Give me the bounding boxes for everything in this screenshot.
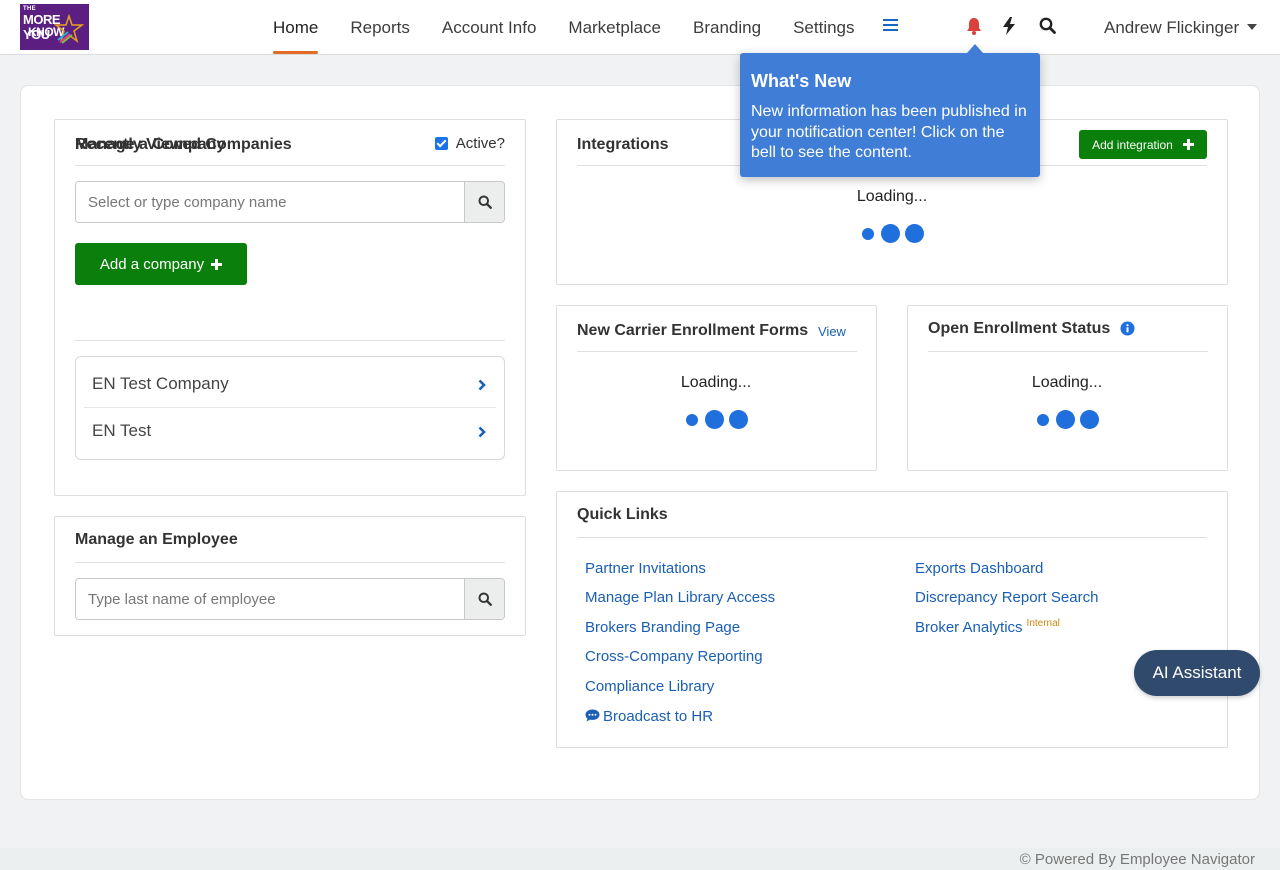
loading-spinner	[686, 410, 753, 429]
add-integration-label: Add integration	[1092, 137, 1173, 152]
divider	[75, 562, 505, 563]
company-logo[interactable]: THE MORE YOU KNOW	[20, 4, 89, 50]
active-label: Active?	[455, 135, 505, 152]
plus-icon	[1182, 139, 1194, 150]
active-checkbox[interactable]: Active?	[434, 135, 505, 152]
add-integration-button[interactable]: Add integration	[1079, 130, 1207, 159]
bell-icon[interactable]	[966, 17, 982, 40]
nav-home[interactable]: Home	[273, 0, 319, 54]
carrier-forms-title: New Carrier Enrollment Forms	[577, 322, 809, 339]
quick-link-plan-library-access[interactable]: Manage Plan Library Access	[585, 589, 775, 606]
manage-employee-panel: Manage an Employee	[54, 516, 526, 636]
user-menu[interactable]: Andrew Flickinger	[1104, 0, 1258, 54]
tooltip-title: What's New	[751, 71, 852, 91]
bolt-icon[interactable]	[1003, 17, 1015, 40]
loading-spinner	[862, 224, 929, 243]
broker-analytics-label: Broker Analytics	[915, 619, 1023, 636]
integrations-title: Integrations	[577, 136, 669, 153]
quick-links-panel: Quick Links Partner Invitations Manage P…	[556, 491, 1228, 748]
open-enrollment-panel: Open Enrollment Status Loading...	[907, 305, 1228, 471]
plus-icon	[211, 258, 223, 270]
quick-link-broker-analytics[interactable]: Broker Analytics Internal	[915, 618, 1060, 636]
checkbox-checked-icon[interactable]	[434, 137, 448, 150]
quick-link-exports-dashboard[interactable]: Exports Dashboard	[915, 560, 1043, 577]
nav-marketplace[interactable]: Marketplace	[568, 0, 661, 54]
chevron-right-icon	[478, 426, 486, 438]
logo-star-icon	[54, 14, 84, 44]
company-search-group	[75, 181, 505, 223]
add-company-label: Add a company	[99, 255, 205, 273]
manage-company-panel: Manage a Company Active? Add a company R…	[54, 119, 526, 496]
loading-text: Loading...	[1031, 374, 1103, 391]
hamburger-icon[interactable]	[883, 19, 898, 33]
search-icon	[477, 592, 492, 606]
open-enrollment-title: Open Enrollment Status	[928, 320, 1111, 337]
recent-company-item[interactable]: EN Test	[76, 406, 504, 456]
recent-companies-list: EN Test Company EN Test	[75, 356, 505, 460]
recent-company-name: EN Test Company	[92, 374, 229, 393]
quick-link-compliance-library[interactable]: Compliance Library	[585, 678, 714, 695]
recent-companies-title: Recently Viewed Companies	[75, 136, 292, 153]
loading-text: Loading...	[680, 374, 752, 391]
nav-branding[interactable]: Branding	[693, 0, 761, 54]
divider	[928, 351, 1208, 352]
internal-badge: Internal	[1026, 618, 1060, 629]
quick-link-broadcast-to-hr[interactable]: Broadcast to HR	[585, 708, 713, 725]
info-icon[interactable]	[1120, 321, 1135, 336]
add-company-button[interactable]: Add a company	[75, 243, 247, 285]
employee-search-input[interactable]	[76, 579, 464, 619]
company-search-input[interactable]	[76, 182, 464, 222]
search-icon	[477, 195, 492, 209]
recent-company-name: EN Test	[92, 421, 152, 440]
broadcast-label: Broadcast to HR	[603, 708, 714, 725]
company-search-button[interactable]	[464, 182, 504, 222]
loading-text: Loading...	[856, 188, 928, 205]
top-navbar: THE MORE YOU KNOW Home Reports Account I…	[0, 0, 1280, 55]
dashboard-card: Manage a Company Active? Add a company R…	[20, 85, 1260, 800]
divider	[75, 340, 505, 341]
employee-search-button[interactable]	[464, 579, 504, 619]
nav-reports[interactable]: Reports	[350, 0, 410, 54]
footer-text: © Powered By Employee Navigator	[1019, 851, 1255, 868]
quick-link-partner-invitations[interactable]: Partner Invitations	[585, 560, 706, 577]
main-nav: Home Reports Account Info Marketplace Br…	[273, 0, 887, 54]
quick-link-brokers-branding[interactable]: Brokers Branding Page	[585, 619, 740, 636]
quick-links-title: Quick Links	[577, 506, 668, 523]
divider	[577, 351, 857, 352]
tooltip-body: New information has been published in yo…	[751, 103, 1027, 161]
recent-company-item[interactable]: EN Test Company	[76, 359, 504, 409]
quick-link-cross-company-reporting[interactable]: Cross-Company Reporting	[585, 648, 763, 665]
search-icon[interactable]	[1039, 17, 1056, 39]
nav-account-info[interactable]: Account Info	[442, 0, 537, 54]
nav-settings[interactable]: Settings	[793, 0, 854, 54]
carrier-forms-panel: New Carrier Enrollment Forms View Loadin…	[556, 305, 877, 471]
loading-spinner	[1037, 410, 1104, 429]
divider	[577, 537, 1207, 538]
user-name: Andrew Flickinger	[1104, 18, 1240, 37]
carrier-forms-view-link[interactable]: View	[818, 324, 846, 339]
employee-search-group	[75, 578, 505, 620]
manage-employee-title: Manage an Employee	[75, 531, 238, 548]
caret-down-icon	[1247, 23, 1258, 30]
whats-new-tooltip[interactable]: What's New New information has been publ…	[740, 44, 1040, 177]
ai-assistant-button[interactable]: AI Assistant	[1134, 650, 1260, 696]
chat-bubble-icon	[585, 709, 600, 722]
quick-link-discrepancy-report[interactable]: Discrepancy Report Search	[915, 589, 1098, 606]
divider	[75, 165, 505, 166]
chevron-right-icon	[478, 379, 486, 391]
